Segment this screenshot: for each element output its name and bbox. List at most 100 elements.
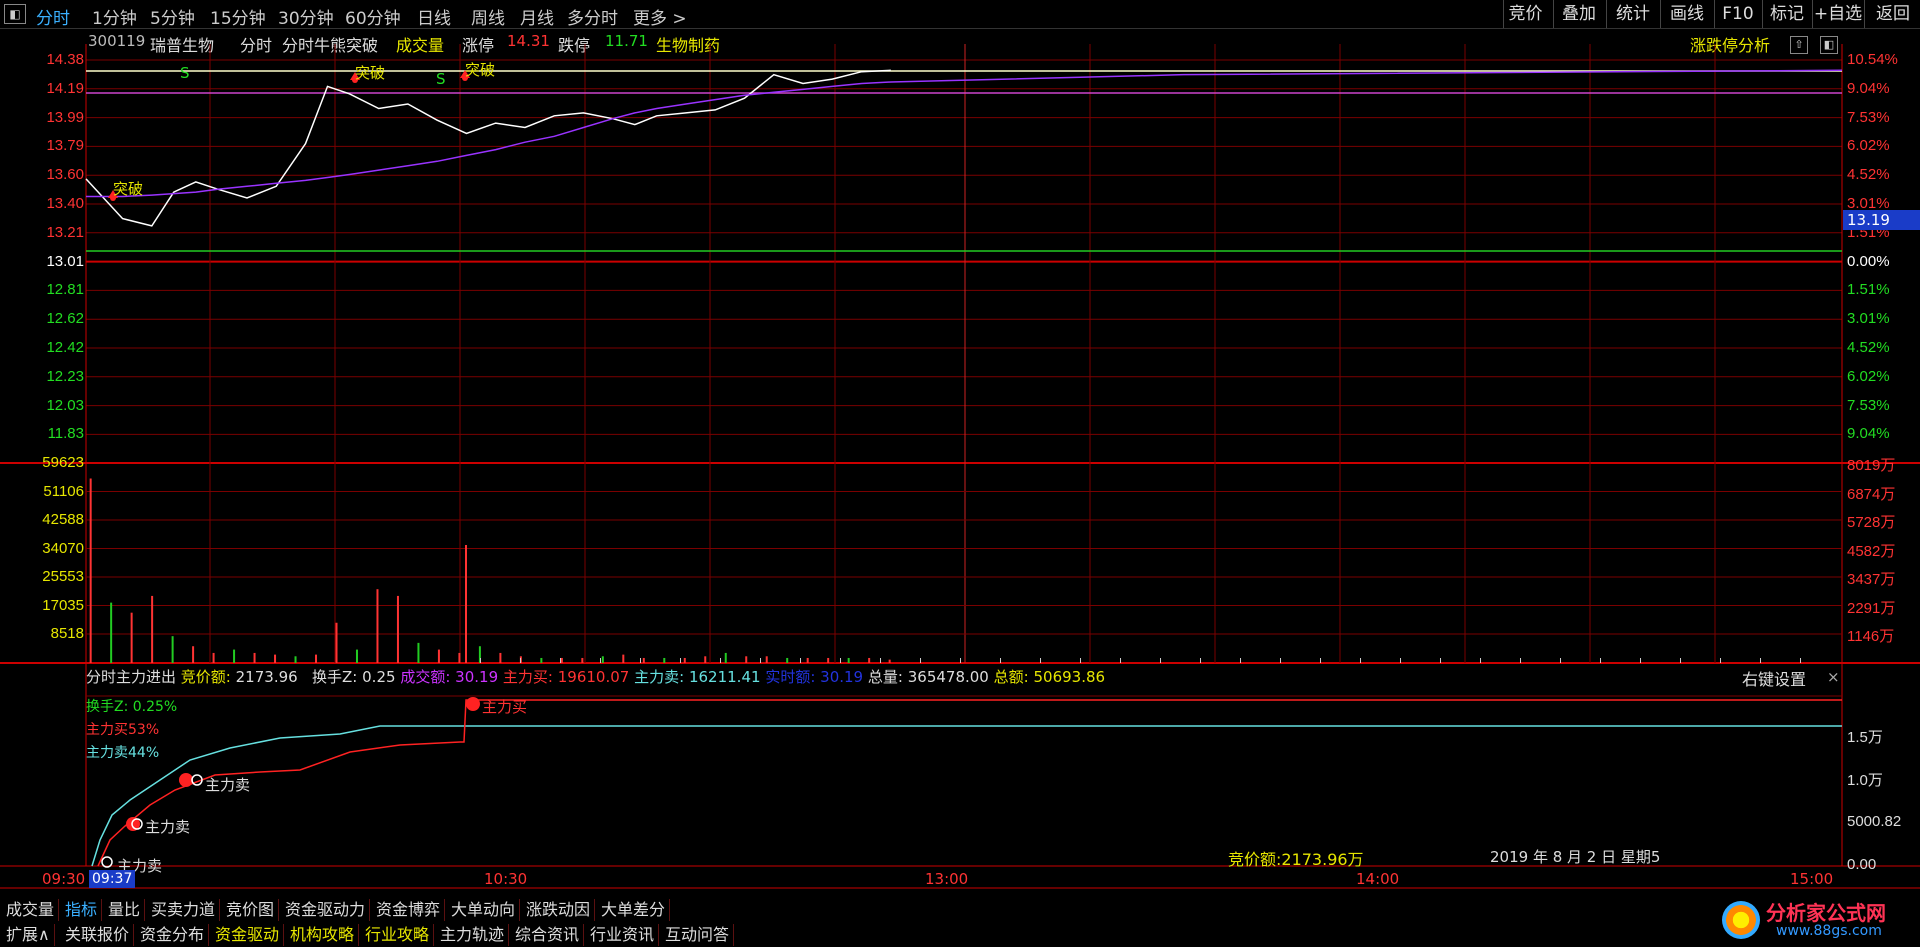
bottom-tab[interactable]: 综合资讯 bbox=[511, 924, 585, 946]
volume-label-left: 42588 bbox=[42, 511, 84, 528]
bottom-tab[interactable]: 成交量 bbox=[2, 899, 60, 921]
volume-bar bbox=[1040, 658, 1041, 663]
price-label-left: 12.62 bbox=[46, 310, 84, 328]
bottom-tab[interactable]: 扩展∧ bbox=[2, 924, 55, 946]
total-amount-value: 50693.86 bbox=[1033, 668, 1106, 686]
volume-bar bbox=[465, 545, 467, 663]
auction-amount: 2173.96 bbox=[235, 668, 298, 686]
chart-canvas[interactable] bbox=[0, 0, 1920, 947]
price-label-left: 14.19 bbox=[46, 79, 84, 97]
volume-label-right: 5728万 bbox=[1847, 514, 1896, 531]
bottom-tab[interactable]: 资金博弈 bbox=[372, 899, 446, 921]
sell-mark: S bbox=[436, 70, 446, 88]
volume-bar bbox=[880, 658, 881, 663]
pct-label-right: 1.51% bbox=[1847, 281, 1890, 299]
bottom-tab[interactable]: 资金驱动 bbox=[211, 924, 285, 946]
volume-bar bbox=[480, 658, 481, 663]
bottom-tab[interactable]: 涨跌动因 bbox=[522, 899, 596, 921]
volume-bar bbox=[724, 652, 727, 663]
bottom-tab[interactable]: 指标 bbox=[61, 899, 103, 921]
volume-label-right: 8019万 bbox=[1847, 457, 1896, 474]
volume-bar bbox=[1200, 658, 1201, 663]
volume-bar bbox=[1720, 658, 1721, 663]
volume-bar bbox=[806, 657, 809, 663]
volume-bar bbox=[1680, 658, 1681, 663]
total-amount-label: 总额: bbox=[993, 668, 1029, 686]
deal-amount-label: 成交额: bbox=[400, 668, 451, 686]
time-label: 15:00 bbox=[1790, 870, 1834, 888]
pct-label-right: 9.04% bbox=[1847, 425, 1890, 443]
time-label: 09:30 bbox=[42, 870, 86, 888]
volume-bar bbox=[110, 602, 113, 663]
volume-bar bbox=[1600, 658, 1601, 663]
breakout-label: 突破 bbox=[355, 64, 386, 82]
volume-bar bbox=[827, 657, 830, 663]
main-sell-label: 主力卖: bbox=[634, 668, 685, 686]
volume-bar bbox=[1400, 658, 1401, 663]
settings-button[interactable]: 右键设置 bbox=[1742, 666, 1806, 690]
main-buy-label: 主力买: bbox=[502, 668, 553, 686]
volume-bar bbox=[192, 646, 195, 663]
indicator-axis-label: 5000.82 bbox=[1847, 813, 1902, 830]
bottom-tab[interactable]: 资金分布 bbox=[136, 924, 210, 946]
bottom-tab[interactable]: 行业攻略 bbox=[361, 924, 435, 946]
pct-label-right: 10.54% bbox=[1847, 51, 1898, 68]
volume-bar bbox=[745, 656, 748, 663]
pct-label-right: 6.02% bbox=[1847, 367, 1890, 385]
volume-bar bbox=[540, 657, 543, 663]
bottom-tab[interactable]: 主力轨迹 bbox=[436, 924, 510, 946]
bottom-tab[interactable]: 大单差分 bbox=[597, 899, 671, 921]
volume-bar bbox=[417, 642, 420, 663]
price-label-left: 11.83 bbox=[47, 425, 84, 443]
realtime-label: 实时额: bbox=[765, 668, 816, 686]
bottom-tab[interactable]: 大单动向 bbox=[447, 899, 521, 921]
flower-logo-icon bbox=[1722, 901, 1760, 939]
auction-note: 竞价额:2173.96万 bbox=[1228, 850, 1364, 869]
volume-label-right: 4582万 bbox=[1847, 542, 1896, 560]
indicator-axis-label: 1.0万 bbox=[1847, 772, 1883, 789]
volume-bar bbox=[840, 658, 841, 663]
auction-amount-label: 竞价额: bbox=[180, 668, 231, 686]
volume-bar bbox=[499, 652, 502, 663]
volume-bar bbox=[601, 656, 604, 663]
volume-bar bbox=[233, 649, 236, 663]
pct-label-right: 4.52% bbox=[1847, 166, 1890, 184]
legend-turnover: 换手Z: 0.25% bbox=[86, 699, 178, 715]
volume-bar bbox=[888, 659, 891, 663]
indicator-title: 分时主力进出 bbox=[86, 668, 177, 686]
bottom-tab[interactable]: 量比 bbox=[104, 899, 146, 921]
price-label-left: 13.21 bbox=[46, 223, 84, 241]
volume-bar bbox=[130, 612, 133, 663]
bottom-tab[interactable]: 行业资讯 bbox=[586, 924, 660, 946]
volume-label-right: 2291万 bbox=[1847, 599, 1896, 617]
bottom-tab[interactable]: 机构攻略 bbox=[286, 924, 360, 946]
close-icon[interactable]: × bbox=[1827, 668, 1840, 686]
volume-label-left: 59623 bbox=[42, 454, 84, 471]
volume-bar bbox=[765, 656, 768, 663]
volume-bar bbox=[847, 657, 850, 663]
bottom-tab[interactable]: 资金驱动力 bbox=[281, 899, 371, 921]
bottom-tab[interactable]: 互动问答 bbox=[661, 924, 735, 946]
volume-bar bbox=[171, 636, 174, 663]
volume-bar bbox=[294, 656, 297, 663]
bottom-tab[interactable]: 买卖力道 bbox=[147, 899, 221, 921]
volume-bar bbox=[663, 657, 666, 663]
bottom-tab[interactable]: 关联报价 bbox=[61, 924, 135, 946]
main-buy-line bbox=[97, 699, 1842, 867]
volume-bar bbox=[315, 654, 318, 663]
volume-bar bbox=[683, 657, 686, 663]
volume-bar bbox=[920, 658, 921, 663]
date-label: 2019 年 8 月 2 日 星期5 bbox=[1490, 848, 1661, 866]
bottom-tab[interactable]: 竞价图 bbox=[222, 899, 280, 921]
volume-bar bbox=[1560, 658, 1561, 663]
breakout-label: 突破 bbox=[113, 180, 144, 198]
volume-label-left: 8518 bbox=[50, 625, 84, 642]
main-sell-value: 16211.41 bbox=[688, 668, 761, 686]
volume-bar bbox=[760, 658, 761, 663]
volume-bar bbox=[1120, 658, 1121, 663]
point-main-sell: 主力卖 bbox=[205, 776, 251, 794]
volume-bar bbox=[437, 649, 440, 663]
volume-label-left: 51106 bbox=[43, 482, 84, 500]
volume-bar bbox=[800, 658, 801, 663]
volume-bar bbox=[786, 657, 789, 663]
